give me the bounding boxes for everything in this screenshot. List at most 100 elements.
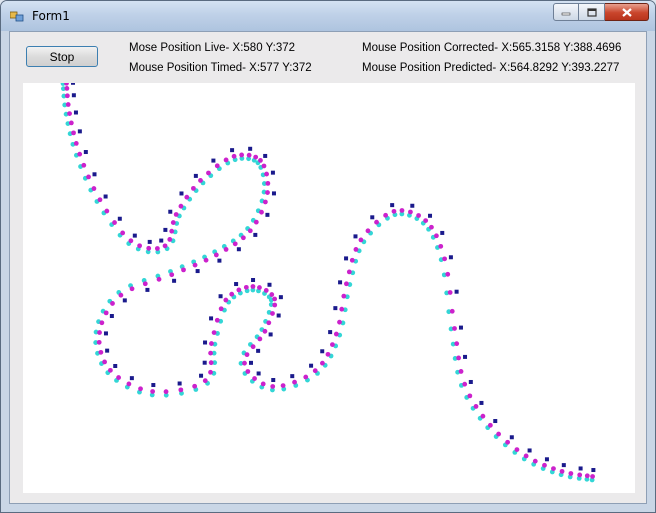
live-point — [129, 376, 134, 381]
live-point — [236, 247, 241, 252]
live-point — [544, 457, 549, 462]
live-point — [195, 269, 200, 274]
corrected-point — [344, 281, 349, 287]
corrected-point — [312, 368, 318, 374]
corrected-point — [68, 120, 74, 126]
corrected-point — [243, 284, 249, 290]
corrected-point — [154, 246, 160, 251]
live-point — [70, 83, 75, 85]
live-point — [117, 216, 122, 221]
corrected-point — [247, 228, 253, 234]
corrected-point — [250, 344, 256, 350]
corrected-point — [265, 180, 271, 186]
live-point — [103, 194, 108, 199]
form-client-area: Stop Mose Position Live- X:580 Y:372 Mou… — [9, 31, 647, 504]
corrected-point — [449, 308, 455, 314]
live-point — [230, 148, 235, 153]
corrected-point — [169, 228, 175, 234]
corrected-point — [337, 319, 342, 325]
corrected-point — [97, 330, 102, 335]
corrected-position-label: Mouse Position Corrected- X:565.3158 Y:3… — [362, 42, 622, 54]
minimize-icon — [561, 12, 571, 16]
corrected-point — [551, 466, 556, 472]
minimize-button[interactable] — [553, 3, 579, 21]
live-point — [353, 234, 358, 239]
corrected-point — [341, 293, 347, 299]
live-point — [440, 230, 445, 235]
live-point — [263, 153, 268, 158]
corrected-point — [272, 296, 278, 302]
corrected-point — [64, 86, 70, 91]
corrected-point — [303, 374, 309, 380]
live-point — [103, 331, 108, 336]
main-window: Form1 Stop Mose Position Live- X:580 Y:3… — [0, 0, 656, 513]
corrected-point — [374, 219, 379, 225]
live-point — [147, 239, 152, 244]
title-bar[interactable]: Form1 — [1, 1, 655, 31]
close-icon — [621, 7, 632, 17]
corrected-point — [242, 360, 247, 366]
live-point — [390, 203, 395, 208]
live-point — [179, 191, 184, 196]
corrected-point — [250, 284, 256, 289]
corrected-point — [467, 393, 473, 399]
corrected-point — [263, 288, 269, 293]
live-point — [333, 306, 338, 311]
corrected-point — [99, 320, 105, 326]
corrected-point — [353, 247, 359, 252]
corrected-point — [209, 341, 214, 346]
live-point — [71, 93, 76, 98]
live-point — [344, 256, 349, 261]
corrected-point — [104, 208, 110, 214]
corrected-point — [116, 375, 121, 380]
live-point — [591, 468, 596, 473]
live-point — [248, 360, 253, 365]
drawing-canvas[interactable] — [23, 83, 635, 493]
corrected-point — [458, 369, 464, 374]
corrected-point — [559, 468, 565, 474]
corrected-point — [173, 212, 179, 217]
corrected-point — [192, 262, 198, 268]
corrected-point — [198, 178, 203, 183]
live-point — [268, 332, 273, 337]
live-point — [159, 238, 164, 243]
window-title: Form1 — [32, 9, 70, 23]
corrected-point — [253, 154, 259, 160]
live-point — [278, 295, 283, 300]
corrected-point — [266, 320, 272, 326]
live-point — [83, 150, 88, 155]
corrected-point — [112, 220, 117, 225]
corrected-point — [590, 474, 595, 479]
live-point — [202, 360, 207, 365]
live-point — [271, 378, 276, 383]
corrected-point — [246, 152, 252, 158]
corrected-point — [103, 310, 109, 316]
corrected-point — [169, 272, 175, 278]
live-point — [177, 381, 182, 386]
live-point — [561, 463, 566, 468]
corrected-point — [269, 292, 275, 297]
corrected-point — [110, 301, 115, 306]
maximize-button[interactable] — [579, 3, 605, 21]
corrected-point — [214, 317, 220, 323]
corrected-point — [280, 383, 286, 389]
corrected-point — [270, 311, 275, 316]
corrected-point — [454, 341, 460, 347]
live-point — [211, 158, 216, 163]
corrected-point — [245, 369, 251, 374]
corrected-point — [438, 243, 444, 249]
corrected-point — [462, 381, 468, 387]
close-button[interactable] — [605, 3, 649, 21]
stop-button[interactable]: Stop — [26, 46, 98, 67]
corrected-point — [232, 241, 238, 247]
corrected-point — [445, 271, 451, 277]
corrected-point — [452, 326, 457, 331]
timed-position-label: Mouse Position Timed- X:577 Y:372 — [129, 62, 312, 74]
live-point — [509, 435, 514, 440]
live-point — [320, 349, 325, 354]
corrected-point — [81, 162, 87, 168]
corrected-point — [447, 290, 453, 295]
corrected-point — [184, 194, 190, 200]
corrected-point — [262, 199, 268, 205]
corrected-point — [150, 389, 156, 394]
